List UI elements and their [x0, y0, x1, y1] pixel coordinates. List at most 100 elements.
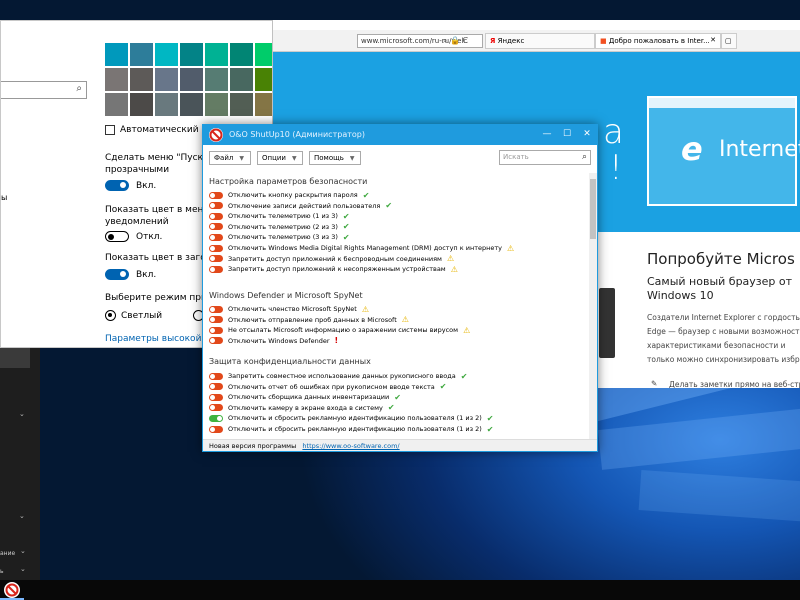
accent-color-swatch[interactable] — [130, 93, 153, 116]
oo-title-bar: O&O ShutUp10 (Администратор) — ☐ ✕ — [203, 125, 597, 145]
accent-color-swatch[interactable] — [230, 43, 253, 66]
accent-color-swatch[interactable] — [205, 68, 228, 91]
settings-search-input[interactable]: ⌕ — [1, 81, 87, 99]
accent-color-swatch[interactable] — [130, 68, 153, 91]
oo-option-row[interactable]: Отключить Windows Defender! — [209, 336, 338, 346]
oo-scrollbar[interactable] — [589, 173, 597, 439]
accent-color-swatch[interactable] — [180, 43, 203, 66]
radio-light-mode[interactable] — [105, 310, 116, 321]
auto-color-checkbox[interactable] — [105, 125, 115, 135]
oo-option-switch[interactable] — [209, 265, 223, 273]
close-tab-icon[interactable]: ✕ — [710, 36, 716, 44]
chevron-down-icon[interactable]: ⌄ — [19, 512, 25, 520]
oo-option-switch[interactable] — [209, 305, 223, 313]
oo-option-row[interactable]: Запретить доступ приложений к беспроводн… — [209, 254, 454, 264]
minimize-button[interactable]: — — [539, 129, 555, 139]
check-icon: ✔ — [342, 222, 350, 232]
oo-option-row[interactable]: Отключить и сбросить рекламную идентифик… — [209, 424, 493, 434]
menu-file[interactable]: Файл ▼ — [209, 151, 251, 165]
menu-options[interactable]: Опции ▼ — [257, 151, 303, 165]
accent-color-swatch[interactable] — [105, 68, 128, 91]
tab-welcome[interactable]: ■ Добро пожаловать в Inter... ✕ — [595, 33, 721, 49]
chevron-down-icon[interactable]: ⌄ — [20, 547, 26, 555]
accent-color-swatch[interactable] — [180, 68, 203, 91]
oo-option-row[interactable]: Отключить Windows Media Digital Rights M… — [209, 243, 514, 253]
oo-option-row[interactable]: Отключить телеметрию (3 из 3) ✔ — [209, 232, 350, 242]
oo-option-switch[interactable] — [209, 191, 223, 199]
oo-option-row[interactable]: Отключить камеру в экране входа в систем… — [209, 403, 395, 413]
oo-option-row[interactable]: Отключить кнопку раскрытия пароля ✔ — [209, 190, 369, 200]
start-menu-selected-item[interactable] — [0, 346, 30, 368]
oo-option-label: Запретить доступ приложений к беспроводн… — [228, 254, 442, 263]
accent-color-swatch[interactable] — [180, 93, 203, 116]
search-icon[interactable]: ⌕ 🔒 C — [443, 36, 468, 46]
ie-logo-icon: e — [681, 130, 703, 168]
accent-color-swatch[interactable] — [155, 68, 178, 91]
accent-color-swatch[interactable] — [105, 93, 128, 116]
oo-option-switch[interactable] — [209, 326, 223, 334]
oo-option-switch[interactable] — [209, 393, 223, 401]
search-icon[interactable]: ⌕ — [582, 152, 587, 162]
oo-option-switch[interactable] — [209, 372, 223, 380]
oo-option-row[interactable]: Отключение записи действий пользователя ✔ — [209, 201, 392, 211]
oo-option-switch[interactable] — [209, 316, 223, 324]
check-icon: ✔ — [486, 424, 494, 434]
accent-color-swatch[interactable] — [130, 43, 153, 66]
accent-color-swatch[interactable] — [230, 68, 253, 91]
oo-option-switch[interactable] — [209, 425, 223, 433]
oo-website-link[interactable]: https://www.oo-software.com/ — [302, 442, 399, 450]
oo-search-input[interactable]: Искать ⌕ — [499, 150, 591, 165]
oo-option-label: Отключить отправление проб данных в Micr… — [228, 315, 397, 324]
show-color-start-toggle[interactable] — [105, 231, 129, 242]
accent-color-swatch[interactable] — [155, 43, 178, 66]
oo-taskbar-icon[interactable] — [4, 582, 20, 598]
accent-color-swatch[interactable] — [205, 93, 228, 116]
oo-option-switch[interactable] — [209, 244, 223, 252]
oo-option-row[interactable]: Отключить телеметрию (2 из 3) ✔ — [209, 222, 350, 232]
oo-option-switch[interactable] — [209, 202, 223, 210]
oo-option-label: Отключить отчет об ошибках при рукописно… — [228, 382, 435, 391]
menu-help[interactable]: Помощь ▼ — [309, 151, 361, 165]
show-color-title-toggle[interactable] — [105, 269, 129, 280]
check-icon: ✔ — [387, 403, 395, 413]
accent-color-swatch[interactable] — [205, 43, 228, 66]
oo-option-row[interactable]: Отключить и сбросить рекламную идентифик… — [209, 413, 493, 423]
settings-nav-item[interactable]: ы — [1, 193, 7, 202]
chevron-down-icon: ▼ — [291, 154, 297, 162]
accent-color-swatch[interactable] — [155, 93, 178, 116]
oo-option-switch[interactable] — [209, 337, 223, 345]
oo-option-row[interactable]: Отключить телеметрию (1 из 3) ✔ — [209, 211, 350, 221]
oo-option-switch[interactable] — [209, 383, 223, 391]
oo-option-switch[interactable] — [209, 233, 223, 241]
check-icon: ✔ — [394, 392, 401, 402]
close-button[interactable]: ✕ — [579, 129, 595, 139]
oo-option-switch[interactable] — [209, 212, 223, 220]
oo-window-title: O&O ShutUp10 (Администратор) — [229, 130, 365, 139]
start-menu-item-text[interactable]: ание — [0, 550, 15, 557]
start-menu-item-text[interactable]: ь — [0, 568, 4, 575]
oo-option-switch[interactable] — [209, 414, 223, 422]
oo-option-switch[interactable] — [209, 223, 223, 231]
tab-yandex[interactable]: Я Яндекс — [485, 33, 595, 49]
transparency-toggle[interactable] — [105, 180, 129, 191]
oo-option-row[interactable]: Запретить совместное использование данны… — [209, 371, 467, 381]
new-tab-button[interactable]: ▢ — [721, 33, 737, 49]
accent-color-swatch[interactable] — [105, 43, 128, 66]
oo-option-row[interactable]: Отключить членство Microsoft SpyNet ⚠ — [209, 304, 369, 314]
oo-option-row[interactable]: Не отсылать Microsoft информацию о зараж… — [209, 325, 470, 335]
oo-option-row[interactable]: Отключить сборщика данных инвентаризации… — [209, 392, 401, 402]
start-transparency-label-2: прозрачными — [105, 165, 170, 175]
chevron-down-icon[interactable]: ⌄ — [20, 565, 26, 573]
oo-settings-list: Настройка параметров безопасности Отключи… — [203, 173, 587, 439]
oo-option-row[interactable]: Отключить отчет об ошибках при рукописно… — [209, 382, 446, 392]
oo-option-row[interactable]: Отключить отправление проб данных в Micr… — [209, 315, 409, 325]
oo-option-switch[interactable] — [209, 255, 223, 263]
maximize-button[interactable]: ☐ — [559, 129, 575, 139]
check-icon: ✔ — [362, 190, 370, 200]
accent-color-swatch[interactable] — [230, 93, 253, 116]
oo-option-switch[interactable] — [209, 404, 223, 412]
chevron-down-icon[interactable]: ⌄ — [19, 410, 25, 418]
oo-scrollbar-thumb[interactable] — [590, 179, 596, 239]
oo-option-label: Отключить камеру в экране входа в систем… — [228, 403, 383, 412]
oo-option-row[interactable]: Запретить доступ приложений к несопряжен… — [209, 264, 458, 274]
